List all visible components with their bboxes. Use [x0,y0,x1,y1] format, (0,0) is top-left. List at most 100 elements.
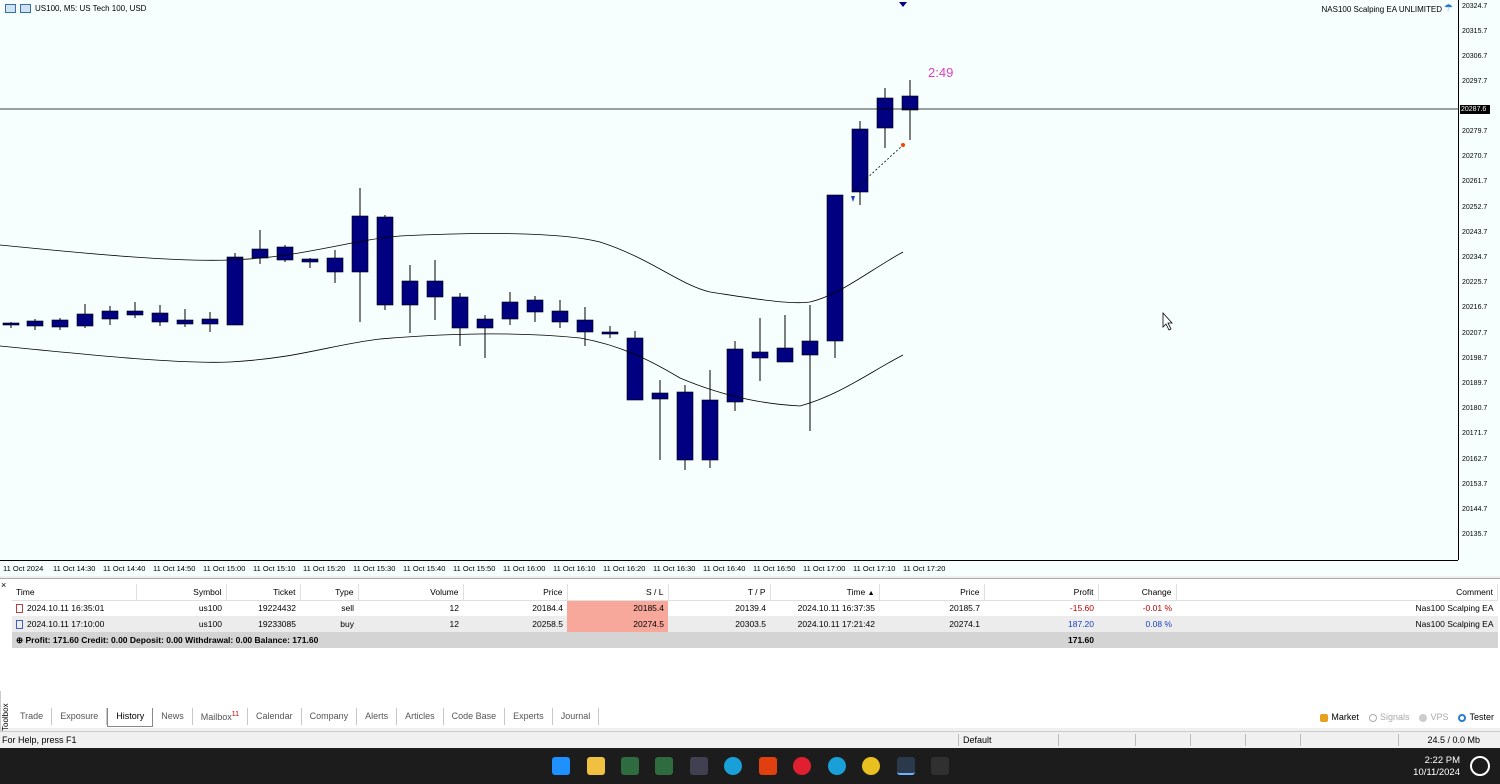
tab-calendar[interactable]: Calendar [248,708,302,725]
time-tick-label: 11 Oct 16:40 [703,564,746,573]
tab-exposure[interactable]: Exposure [52,708,108,725]
column-header-ticket[interactable]: Ticket [226,584,301,601]
tradingview-icon[interactable] [897,757,915,775]
price-tick-label: 20234.7 [1462,254,1488,261]
table-row[interactable]: 2024.10.11 17:10:00 us100 19233085 buy 1… [12,616,1498,632]
price-tick-label: 20306.7 [1462,53,1488,60]
candle-body [851,128,869,193]
clock-date: 10/11/2024 [1413,767,1460,778]
cell-comment: Nas100 Scalping EA [1176,616,1498,632]
close-icon[interactable]: × [1,580,6,590]
tab-code-base[interactable]: Code Base [444,708,506,725]
candle-body [276,246,294,261]
cell-profit: 187.20 [984,616,1098,632]
cell-type: sell [341,603,354,614]
edge-browser-icon[interactable] [724,757,742,775]
column-header-symbol[interactable]: Symbol [136,584,227,601]
tab-mailbox[interactable]: Mailbox11 [193,708,249,725]
metatrader-icon[interactable] [655,757,673,775]
column-header-price[interactable]: Price [463,584,568,601]
candle-body [876,97,894,129]
time-tick-label: 11 Oct 17:10 [853,564,896,573]
column-header-close-price[interactable]: Price [879,584,985,601]
file-explorer-icon[interactable] [587,757,605,775]
price-tick-label: 20216.7 [1462,304,1488,312]
trade-close-marker [901,143,905,147]
column-header-time[interactable]: Time [12,584,137,601]
cell-time: 2024.10.11 17:10:00 [27,618,105,629]
time-tick-label: 11 Oct 15:40 [403,564,446,573]
expert-advisor-label[interactable]: NAS100 Scalping EA UNLIMITED [1322,5,1443,14]
tab-trade[interactable]: Trade [12,708,53,725]
price-tick-label: 20198.7 [1462,354,1488,362]
column-header-close-time[interactable]: Time ▲ [770,584,880,601]
candle-body [601,331,619,335]
taskbar-clock[interactable]: 2:22 PM 10/11/2024 [1413,755,1460,779]
magnifier-icon[interactable] [1470,756,1490,776]
column-header-profit[interactable]: Profit [984,584,1099,601]
toolbox-tabs: Trade Exposure History News Mailbox11 Ca… [12,708,600,727]
candle-body [326,257,344,273]
chart-window[interactable]: US100, M5: US Tech 100, USD NAS100 Scalp… [0,0,1500,576]
chrome-browser-icon[interactable] [862,757,880,775]
status-traffic: 24.5 / 0.0 Mb [1427,735,1480,745]
price-scale[interactable]: 20324.7 20315.7 20306.7 20297.7 20287.6 20279… [1458,0,1500,560]
cell-volume: 12 [449,603,459,614]
vps-button[interactable]: VPS [1419,712,1448,722]
tab-company[interactable]: Company [302,708,358,725]
time-axis[interactable]: 11 Oct 2024 11 Oct 14:30 11 Oct 14:40 11 Oc… [0,560,1458,576]
lower-envelope-line [0,333,904,407]
cell-tp: 20139.4 [735,603,766,614]
time-tick-label: 11 Oct 15:00 [203,564,246,573]
tab-news[interactable]: News [153,708,193,725]
tab-experts[interactable]: Experts [505,708,553,725]
price-chart[interactable] [0,0,1458,560]
tab-alerts[interactable]: Alerts [357,708,398,725]
column-header-volume[interactable]: Volume [358,584,464,601]
app-icon[interactable] [690,757,708,775]
tester-button[interactable]: Tester [1458,712,1494,722]
status-divider [1398,734,1399,746]
recorder-icon[interactable] [931,757,949,775]
price-tick-label: 20252.7 [1462,203,1488,211]
tab-history[interactable]: History [107,708,154,727]
sell-order-icon [16,604,23,614]
time-tick-label: 11 Oct 14:50 [153,564,196,573]
column-header-comment[interactable]: Comment [1176,584,1498,601]
app-icon[interactable] [793,757,811,775]
cell-close-price: 20274.1 [879,616,984,632]
column-header-tp[interactable]: T / P [668,584,771,601]
tab-journal[interactable]: Journal [553,708,600,725]
tester-label: Tester [1469,712,1494,722]
tab-articles[interactable]: Articles [397,708,444,725]
candle-body [801,340,819,356]
column-header-sl[interactable]: S / L [567,584,669,601]
table-row[interactable]: 2024.10.11 16:35:01 us100 19224432 sell … [12,600,1498,616]
cell-ticket: 19224432 [258,603,296,614]
metatrader-icon[interactable] [621,757,639,775]
ninjatrader-icon[interactable] [759,757,777,775]
signals-button[interactable]: Signals [1368,712,1409,722]
status-help-text: For Help, press F1 [2,735,77,745]
column-header-type[interactable]: Type [300,584,359,601]
candle-body [251,248,269,259]
candle-body [626,337,644,401]
cell-sl: 20185.4 [567,600,668,616]
column-header-change[interactable]: Change [1098,584,1177,601]
current-price-label: 20287.6 [1460,105,1490,114]
summary-row[interactable]: ⊕ Profit: 171.60 Credit: 0.00 Deposit: 0… [12,632,1498,648]
market-bag-icon [1320,713,1329,722]
windows-start-icon[interactable] [552,757,570,775]
candle-body [826,194,844,342]
edge-browser-icon[interactable] [828,757,846,775]
cell-change: -0.01 % [1142,603,1172,614]
time-tick-label: 11 Oct 16:30 [653,564,696,573]
toolbox-panel: × Toolbox Time Symbol Ticket Type Volume… [0,578,1500,731]
market-button[interactable]: Market [1320,712,1359,722]
buy-order-icon [16,620,23,630]
candle-body [451,296,469,329]
expert-hat-icon[interactable]: ☂ [1444,4,1456,14]
price-tick-label: 20135.7 [1462,531,1488,539]
vps-label: VPS [1430,712,1449,722]
candle-body [576,319,594,333]
